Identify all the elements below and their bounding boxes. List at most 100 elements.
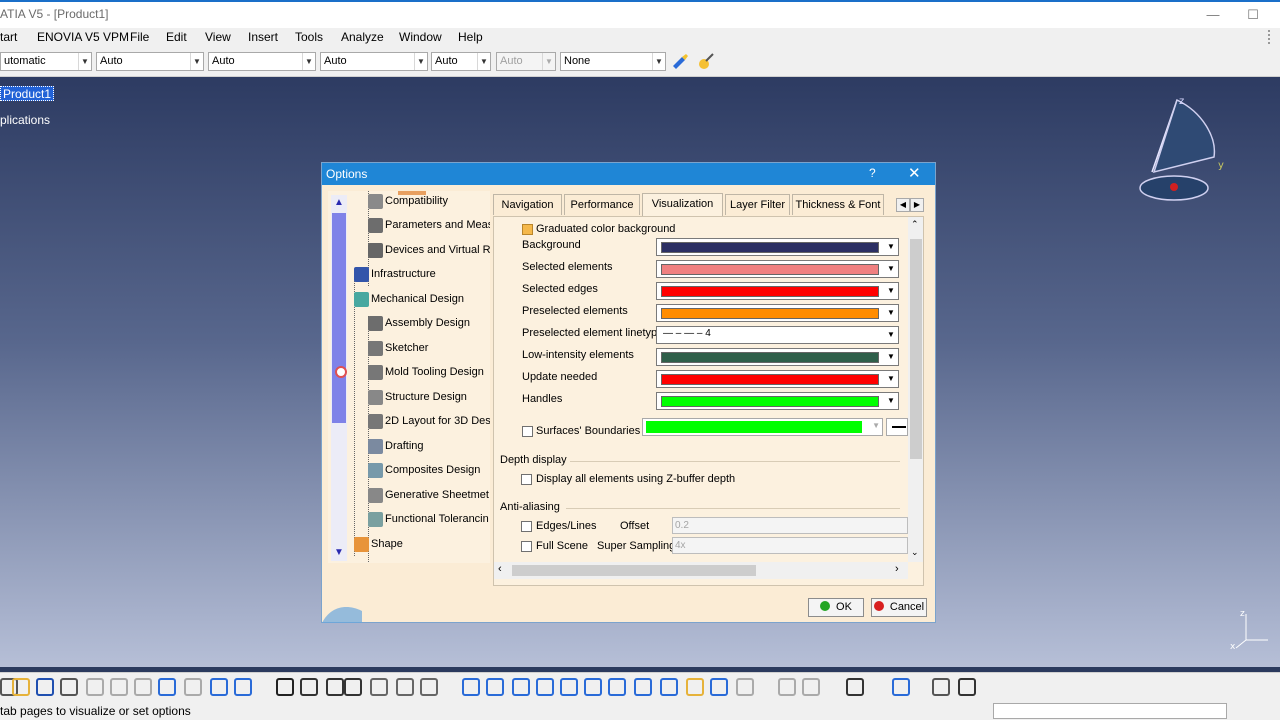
tree-item-functional-tolerancin[interactable]: Functional Tolerancin bbox=[368, 510, 489, 528]
transparency-combo[interactable]: Auto ▼ bbox=[96, 52, 204, 71]
tree-item-compatibility[interactable]: Compatibility bbox=[368, 192, 448, 210]
line-thickness-combo[interactable]: Auto ▼ bbox=[208, 52, 316, 71]
color-row-combo[interactable]: ▼ bbox=[656, 348, 899, 366]
scroll-down-icon[interactable]: ▼ bbox=[333, 547, 345, 559]
scroll-right-icon[interactable]: › bbox=[895, 563, 899, 575]
capture-icon[interactable] bbox=[846, 678, 864, 696]
update-icon[interactable] bbox=[892, 678, 910, 696]
fly-mode-icon[interactable] bbox=[420, 678, 438, 696]
tree-item-structure-design[interactable]: Structure Design bbox=[368, 388, 467, 406]
horizontal-scroll-thumb[interactable] bbox=[512, 565, 756, 576]
tree-item-generative-sheetmet[interactable]: Generative Sheetmet bbox=[368, 486, 489, 504]
content-vertical-scrollbar[interactable]: ⌃ ⌄ bbox=[908, 217, 923, 562]
tree-item-composites-design[interactable]: Composites Design bbox=[368, 461, 480, 479]
print-icon[interactable] bbox=[60, 678, 78, 696]
graduated-checkbox[interactable] bbox=[522, 224, 533, 235]
color-row-combo[interactable]: ▼ bbox=[656, 282, 899, 300]
formula-icon[interactable] bbox=[276, 678, 294, 696]
close-button[interactable]: ✕ bbox=[908, 164, 921, 182]
tab-scroll-right-icon[interactable]: ▶ bbox=[910, 198, 924, 212]
tree-item-mechanical-design[interactable]: Mechanical Design bbox=[354, 290, 464, 308]
point-symbol-combo[interactable]: Auto ▼ bbox=[431, 52, 491, 71]
copy-icon[interactable] bbox=[110, 678, 128, 696]
scroll-up-icon[interactable]: ▲ bbox=[333, 197, 345, 209]
surfaces-thickness-combo[interactable] bbox=[886, 418, 908, 436]
settings-icon[interactable] bbox=[932, 678, 950, 696]
catalog-icon[interactable] bbox=[370, 678, 388, 696]
save-icon[interactable] bbox=[36, 678, 54, 696]
content-horizontal-scrollbar[interactable]: ‹ › bbox=[494, 562, 908, 579]
scroll-thumb[interactable] bbox=[332, 213, 346, 423]
fit-all-icon[interactable] bbox=[462, 678, 480, 696]
maximize-button[interactable]: ☐ bbox=[1238, 5, 1268, 25]
tab-navigation[interactable]: Navigation bbox=[493, 194, 562, 215]
dialog-title-bar[interactable]: Options ? ✕ bbox=[322, 163, 935, 185]
cut-icon[interactable] bbox=[86, 678, 104, 696]
tree-icon[interactable] bbox=[234, 678, 252, 696]
menu-insert[interactable]: Insert bbox=[248, 30, 278, 44]
redo-icon[interactable] bbox=[184, 678, 202, 696]
cancel-button[interactable]: Cancel bbox=[871, 598, 927, 617]
tree-root-product[interactable]: Product1 bbox=[0, 86, 55, 101]
tab-performance[interactable]: Performance bbox=[564, 194, 640, 215]
render-icon[interactable] bbox=[710, 678, 728, 696]
zbuffer-checkbox[interactable] bbox=[521, 474, 532, 485]
tree-scrollbar[interactable]: ▲ ▼ bbox=[331, 195, 347, 561]
color-row-combo[interactable]: ▼ bbox=[656, 304, 899, 322]
comment-icon[interactable] bbox=[300, 678, 318, 696]
scroll-down-icon[interactable]: ⌄ bbox=[911, 547, 919, 558]
tab-scroll-left-icon[interactable]: ◀ bbox=[896, 198, 910, 212]
macro-icon[interactable] bbox=[344, 678, 362, 696]
help-button[interactable]: ? bbox=[869, 166, 876, 180]
menu-tools[interactable]: Tools bbox=[295, 30, 323, 44]
shading-icon[interactable] bbox=[634, 678, 652, 696]
table-icon[interactable] bbox=[326, 678, 344, 696]
tab-visualization[interactable]: Visualization bbox=[642, 193, 723, 216]
scroll-up-icon[interactable]: ⌃ bbox=[911, 219, 919, 230]
layer-combo[interactable]: None ▼ bbox=[560, 52, 666, 71]
tree-item-devices-and-virtual-r[interactable]: Devices and Virtual R bbox=[368, 241, 490, 259]
menu-enovia[interactable]: ENOVIA V5 VPM bbox=[37, 30, 129, 44]
iso-view-icon[interactable] bbox=[608, 678, 626, 696]
menu-edit[interactable]: Edit bbox=[166, 30, 187, 44]
format-painter-icon[interactable] bbox=[670, 52, 690, 72]
tree-item-2d-layout-for-3d-des[interactable]: 2D Layout for 3D Des bbox=[368, 412, 490, 430]
edges-lines-checkbox[interactable] bbox=[521, 521, 532, 532]
knowledge-icon[interactable] bbox=[396, 678, 414, 696]
color-row-combo[interactable]: ▼ bbox=[656, 238, 899, 256]
whats-this-icon[interactable] bbox=[210, 678, 228, 696]
swap-visible-icon[interactable] bbox=[686, 678, 704, 696]
undo-icon[interactable] bbox=[158, 678, 176, 696]
tab-layer-filter[interactable]: Layer Filter bbox=[725, 194, 790, 215]
full-scene-checkbox[interactable] bbox=[521, 541, 532, 552]
tree-item-sketcher[interactable]: Sketcher bbox=[368, 339, 428, 357]
tree-item-shape[interactable]: Shape bbox=[354, 535, 403, 553]
tree-item-mold-tooling-design[interactable]: Mold Tooling Design bbox=[368, 363, 484, 381]
manipulate-icon[interactable] bbox=[802, 678, 820, 696]
rotate-icon[interactable] bbox=[512, 678, 530, 696]
menu-view[interactable]: View bbox=[205, 30, 231, 44]
tree-item-assembly-design[interactable]: Assembly Design bbox=[368, 314, 470, 332]
color-row-combo[interactable]: ▼ bbox=[656, 260, 899, 278]
ok-button[interactable]: OK bbox=[808, 598, 864, 617]
pan-icon[interactable] bbox=[486, 678, 504, 696]
open-icon[interactable] bbox=[12, 678, 30, 696]
paste-icon[interactable] bbox=[134, 678, 152, 696]
tab-thickness-font[interactable]: Thickness & Font bbox=[792, 194, 884, 215]
menu-file[interactable]: File bbox=[130, 30, 149, 44]
tree-applications[interactable]: plications bbox=[0, 113, 50, 127]
scroll-left-icon[interactable]: ‹ bbox=[498, 563, 502, 575]
menu-help[interactable]: Help bbox=[458, 30, 483, 44]
zoom-out-icon[interactable] bbox=[560, 678, 578, 696]
linetype-combo[interactable]: Auto ▼ bbox=[320, 52, 428, 71]
analysis-icon[interactable] bbox=[778, 678, 796, 696]
tree-item-parameters-and-meas[interactable]: Parameters and Meas bbox=[368, 216, 490, 234]
close-doc-icon[interactable] bbox=[958, 678, 976, 696]
zoom-in-icon[interactable] bbox=[536, 678, 554, 696]
tree-item-drafting[interactable]: Drafting bbox=[368, 437, 424, 455]
hide-show-icon[interactable] bbox=[660, 678, 678, 696]
compass-icon[interactable]: z y bbox=[1132, 92, 1232, 207]
measure-icon[interactable] bbox=[736, 678, 754, 696]
surfaces-color-combo[interactable]: ▼ bbox=[642, 418, 883, 436]
color-row-combo[interactable]: ▼ bbox=[656, 392, 899, 410]
